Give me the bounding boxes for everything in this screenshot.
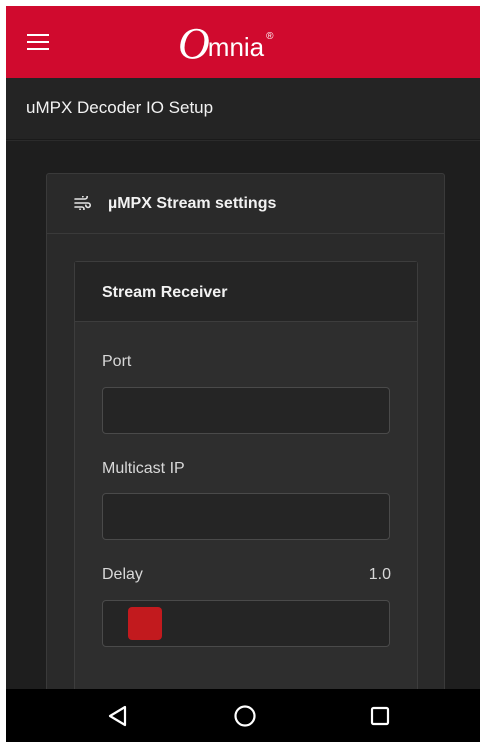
page-title: uMPX Decoder IO Setup [26, 98, 214, 117]
omnia-logo: O mnia ® [178, 18, 274, 66]
stream-receiver-card: Stream Receiver Port Multicast IP Delay … [74, 261, 418, 741]
logo-text: mnia [207, 32, 265, 62]
wind-icon [74, 196, 91, 210]
app-bar: O mnia ® [6, 6, 480, 78]
hamburger-menu-icon[interactable] [24, 30, 54, 56]
logo-registered-mark: ® [266, 31, 274, 42]
delay-label: Delay [102, 566, 143, 583]
back-triangle-icon[interactable] [103, 701, 133, 731]
content-area: µMPX Stream settings Stream Receiver Por… [6, 141, 480, 741]
port-label: Port [102, 353, 132, 370]
recents-square-icon[interactable] [365, 701, 395, 731]
page-header: uMPX Decoder IO Setup [6, 78, 480, 140]
delay-slider[interactable] [102, 600, 390, 647]
multicast-ip-label: Multicast IP [102, 460, 185, 477]
stream-receiver-title: Stream Receiver [102, 284, 228, 301]
home-circle-icon[interactable] [230, 701, 260, 731]
delay-value: 1.0 [368, 566, 391, 583]
delay-slider-thumb[interactable] [128, 607, 162, 640]
stream-receiver-header: Stream Receiver [75, 262, 417, 322]
port-input[interactable] [102, 387, 390, 434]
app-screen: O mnia ® uMPX Decoder IO Setup µMPX Stre… [6, 6, 480, 742]
multicast-ip-input[interactable] [102, 493, 390, 540]
stream-settings-card: µMPX Stream settings Stream Receiver Por… [46, 173, 445, 741]
system-navigation-bar [6, 689, 480, 742]
logo-initial: O [178, 19, 210, 68]
section-title: µMPX Stream settings [108, 195, 277, 212]
stream-settings-header[interactable]: µMPX Stream settings [47, 174, 444, 234]
